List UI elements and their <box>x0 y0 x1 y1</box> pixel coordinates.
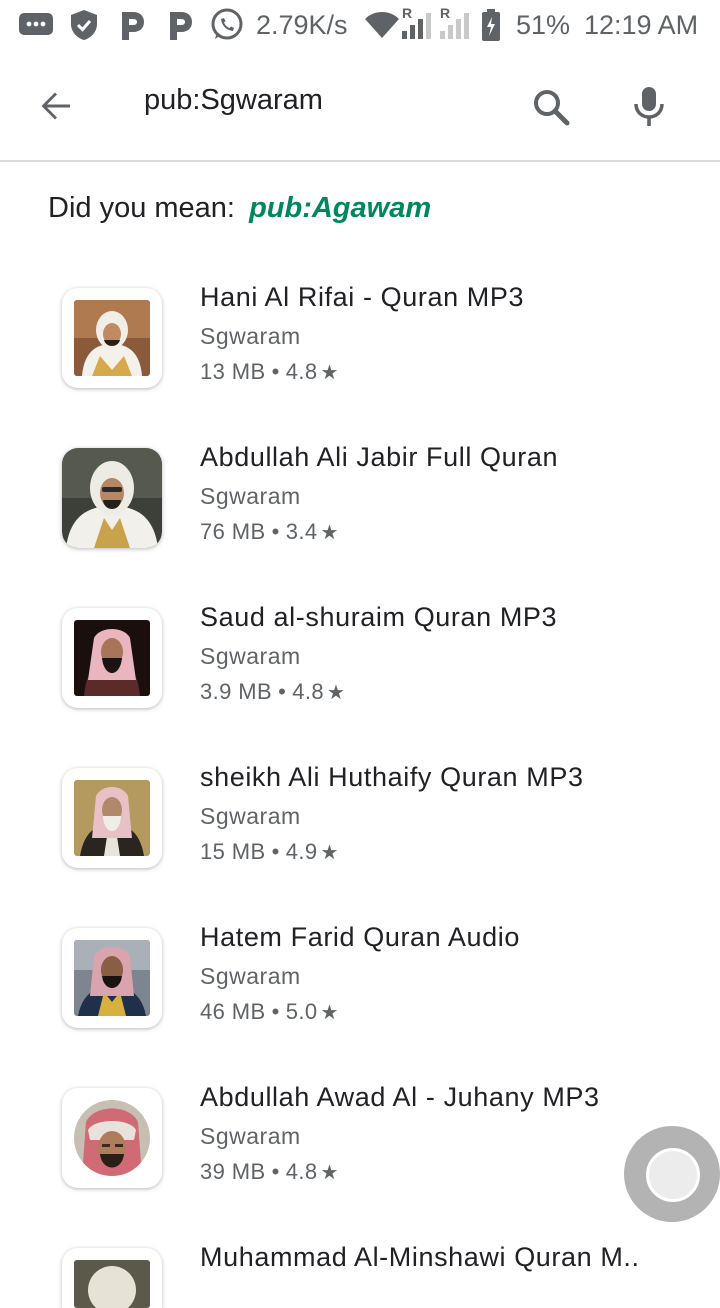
separator-dot: • <box>271 1159 280 1184</box>
app-size: 3.9 MB <box>200 679 273 704</box>
app-developer: Sgwaram <box>200 803 301 829</box>
separator-dot: • <box>271 999 280 1024</box>
roaming-label: R <box>402 5 413 21</box>
star-icon: ★ <box>320 1002 339 1024</box>
app-title: sheikh Ali Huthaify Quran MP3 <box>200 762 584 792</box>
search-toolbar: pub:Sgwaram <box>0 50 720 162</box>
app-title: Hatem Farid Quran Audio <box>200 922 520 952</box>
did-you-mean-suggestion-link[interactable]: pub:Agawam <box>249 192 431 224</box>
did-you-mean-prefix: Did you mean: <box>48 192 235 224</box>
app-size: 13 MB <box>200 359 266 384</box>
p-app-icon <box>118 0 146 50</box>
assistive-touch-inner <box>646 1148 700 1202</box>
star-icon: ★ <box>320 362 339 384</box>
separator-dot: • <box>271 519 280 544</box>
app-title: Abdullah Ali Jabir Full Quran <box>200 442 559 472</box>
app-meta: 3.9 MB • 4.8 ★ <box>200 679 345 705</box>
separator-dot: • <box>271 359 280 384</box>
app-icon <box>62 928 162 1028</box>
did-you-mean: Did you mean: pub:Agawam <box>48 192 431 225</box>
clock: 12:19 AM <box>584 9 699 40</box>
network-speed: 2.79K/s <box>256 9 348 40</box>
app-list-item[interactable]: Muhammad Al-Minshawi Quran M.. <box>0 1230 720 1308</box>
app-rating: 4.8 <box>285 359 318 384</box>
app-title: Hani Al Rifai - Quran MP3 <box>200 282 525 312</box>
app-rating: 4.8 <box>285 1159 318 1184</box>
app-title: Muhammad Al-Minshawi Quran M.. <box>200 1242 640 1272</box>
app-icon <box>62 1088 162 1188</box>
sms-icon <box>18 0 54 50</box>
search-icon[interactable] <box>524 80 578 134</box>
app-developer: Sgwaram <box>200 963 301 989</box>
battery-percent: 51% <box>516 9 571 40</box>
app-size: 46 MB <box>200 999 266 1024</box>
app-icon <box>62 288 162 388</box>
assistive-touch-button[interactable] <box>624 1126 720 1222</box>
app-list-item[interactable]: Saud al-shuraim Quran MP3 Sgwaram 3.9 MB… <box>0 590 720 750</box>
app-meta: 15 MB • 4.9 ★ <box>200 839 339 865</box>
search-input[interactable]: pub:Sgwaram <box>144 84 323 117</box>
star-icon: ★ <box>327 682 346 704</box>
wifi-icon <box>364 0 400 50</box>
separator-dot: • <box>271 839 280 864</box>
app-meta: 46 MB • 5.0 ★ <box>200 999 339 1025</box>
app-list-item[interactable]: Abdullah Awad Al - Juhany MP3 Sgwaram 39… <box>0 1070 720 1230</box>
app-title: Abdullah Awad Al - Juhany MP3 <box>200 1082 600 1112</box>
app-icon <box>62 448 162 548</box>
app-rating: 5.0 <box>285 999 318 1024</box>
app-meta: 13 MB • 4.8 ★ <box>200 359 339 385</box>
roaming-label: R <box>440 5 451 21</box>
app-icon <box>62 768 162 868</box>
app-size: 39 MB <box>200 1159 266 1184</box>
app-title: Saud al-shuraim Quran MP3 <box>200 602 558 632</box>
app-icon <box>62 608 162 708</box>
app-developer: Sgwaram <box>200 1123 301 1149</box>
status-bar: 2.79K/s R R 51% 12:19 AM <box>0 0 720 50</box>
app-list-item[interactable]: Abdullah Ali Jabir Full Quran Sgwaram 76… <box>0 430 720 590</box>
app-meta: 76 MB • 3.4 ★ <box>200 519 339 545</box>
star-icon: ★ <box>320 842 339 864</box>
star-icon: ★ <box>320 522 339 544</box>
battery-icon <box>480 0 502 50</box>
app-developer: Sgwaram <box>200 643 301 669</box>
star-icon: ★ <box>320 1162 339 1184</box>
app-rating: 4.9 <box>285 839 318 864</box>
separator-dot: • <box>278 679 287 704</box>
shield-icon <box>70 0 98 50</box>
whatsapp-icon <box>210 0 244 50</box>
app-list-item[interactable]: Hani Al Rifai - Quran MP3 Sgwaram 13 MB •… <box>0 270 720 430</box>
app-list-item[interactable]: Hatem Farid Quran Audio Sgwaram 46 MB • 5.… <box>0 910 720 1070</box>
app-developer: Sgwaram <box>200 323 301 349</box>
app-meta: 39 MB • 4.8 ★ <box>200 1159 339 1185</box>
app-developer: Sgwaram <box>200 483 301 509</box>
app-icon <box>62 1248 162 1308</box>
app-rating: 4.8 <box>292 679 325 704</box>
app-list-item[interactable]: sheikh Ali Huthaify Quran MP3 Sgwaram 15… <box>0 750 720 910</box>
mic-icon[interactable] <box>622 78 676 134</box>
app-rating: 3.4 <box>285 519 318 544</box>
p-app-icon <box>166 0 194 50</box>
back-arrow-icon[interactable] <box>30 80 82 132</box>
app-size: 15 MB <box>200 839 266 864</box>
app-size: 76 MB <box>200 519 266 544</box>
